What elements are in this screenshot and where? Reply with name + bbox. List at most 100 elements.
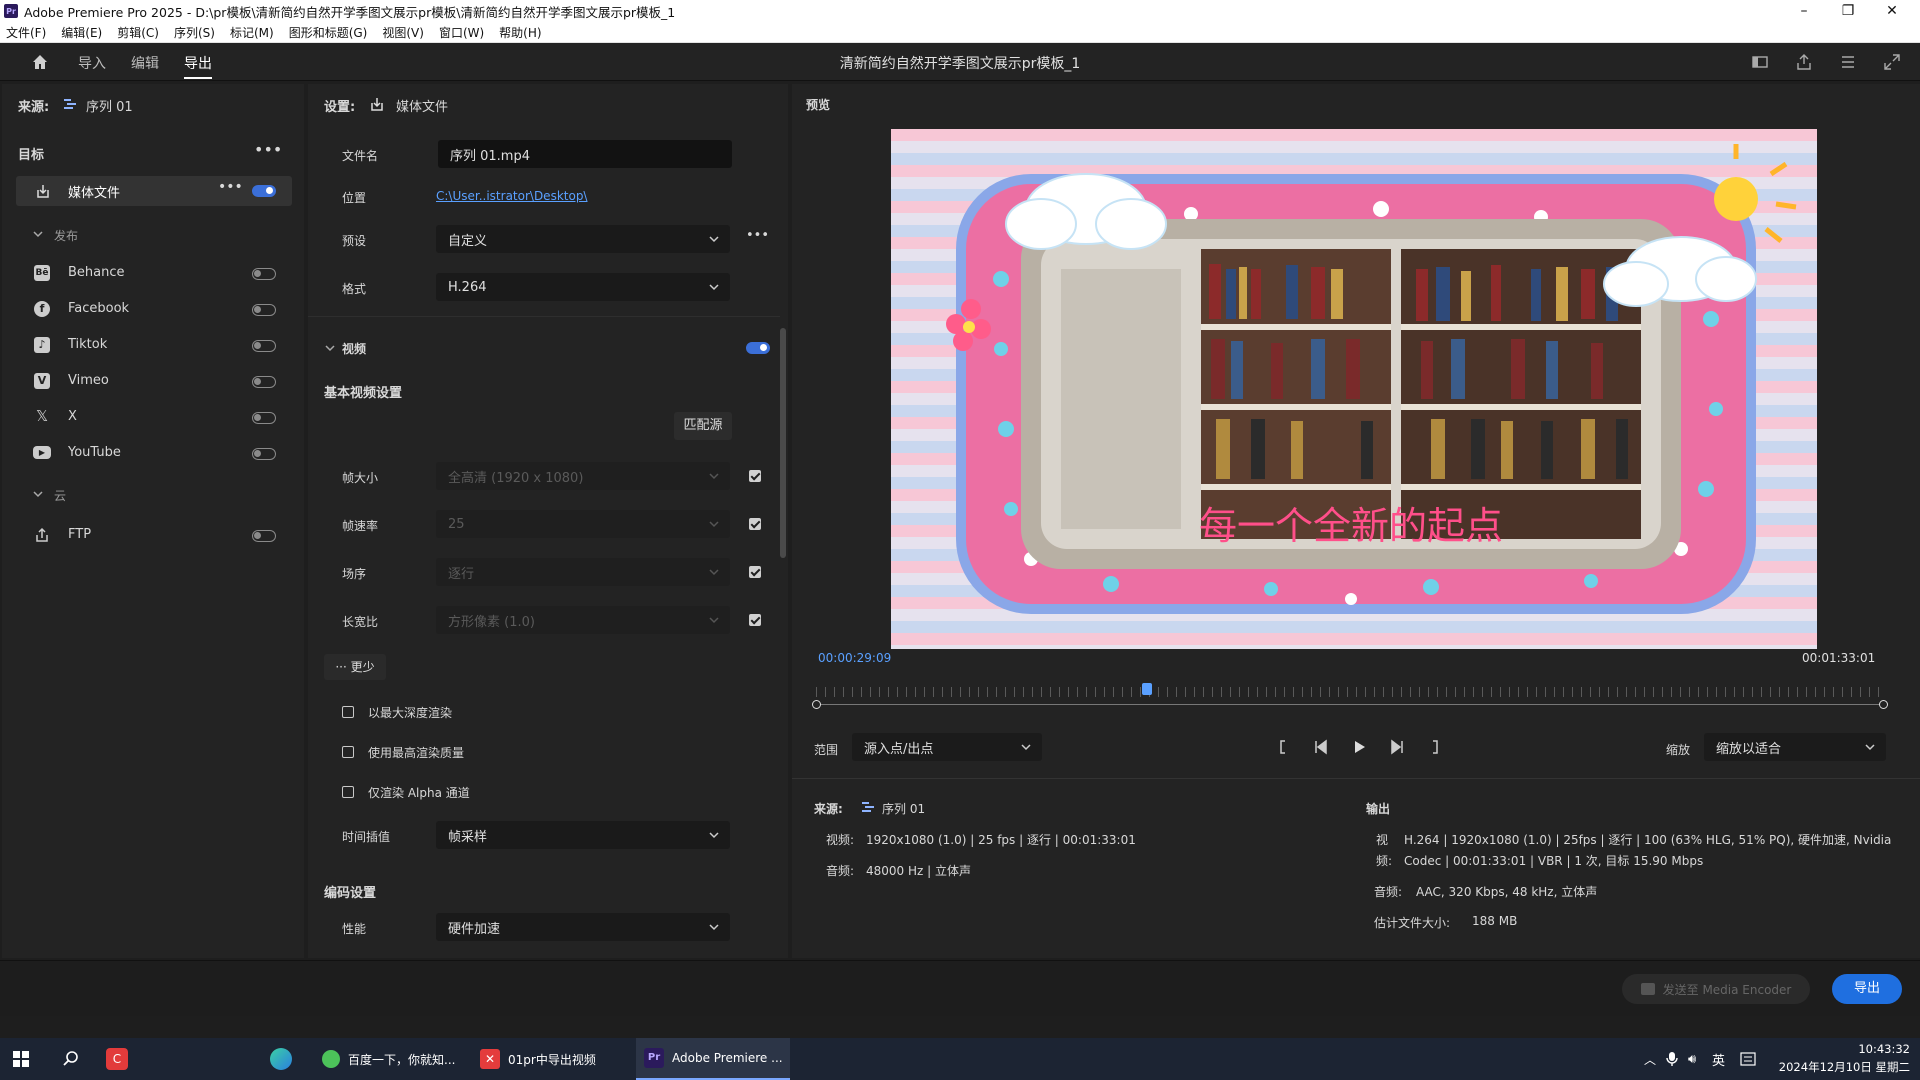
- filename-input[interactable]: 序列 01.mp4: [438, 140, 732, 168]
- preset-more-icon[interactable]: •••: [746, 228, 769, 243]
- max-quality-checkbox[interactable]: [342, 746, 354, 758]
- in-point-handle[interactable]: [812, 700, 821, 709]
- media-encoder-icon: [1640, 983, 1655, 995]
- zoom-dropdown[interactable]: 缩放以适合: [1704, 733, 1886, 761]
- max-depth-checkbox[interactable]: [342, 706, 354, 718]
- menu-graphics[interactable]: 图形和标题(G): [289, 24, 368, 41]
- play-icon[interactable]: [1350, 738, 1368, 756]
- cloud-item-ftp[interactable]: FTP: [2, 522, 302, 550]
- playhead[interactable]: [1142, 683, 1153, 695]
- range-dropdown[interactable]: 源入点/出点: [852, 733, 1042, 761]
- export-button[interactable]: 导出: [1832, 974, 1902, 1004]
- menu-window[interactable]: 窗口(W): [439, 24, 484, 41]
- tiktok-toggle[interactable]: [252, 340, 276, 352]
- taskbar-app-red[interactable]: C: [106, 1038, 136, 1080]
- media-file-label: 媒体文件: [68, 186, 121, 201]
- publish-item-facebook[interactable]: f Facebook: [2, 296, 302, 324]
- ime-indicator[interactable]: 英: [1712, 1038, 1730, 1080]
- close-button[interactable]: ✕: [1870, 0, 1914, 22]
- publish-item-x[interactable]: 𝕏 X: [2, 404, 302, 432]
- keyboard-layout-icon[interactable]: [1740, 1038, 1758, 1080]
- step-back-icon[interactable]: [1312, 738, 1330, 756]
- time-interpolation-dropdown[interactable]: 帧采样: [436, 821, 730, 849]
- publish-item-tiktok[interactable]: ♪ Tiktok: [2, 332, 302, 360]
- wps-icon: ✕: [480, 1049, 500, 1069]
- timeline-scrubber[interactable]: [816, 681, 1884, 699]
- menu-markers[interactable]: 标记(M): [230, 24, 274, 41]
- frame-rate-dropdown[interactable]: 25: [436, 510, 730, 538]
- tray-chevron-up-icon[interactable]: ︿: [1644, 1038, 1660, 1080]
- fullscreen-icon[interactable]: [1882, 52, 1902, 72]
- frame-rate-match-checkbox[interactable]: [749, 518, 761, 530]
- cloud-item-label: FTP: [68, 527, 92, 542]
- preset-dropdown[interactable]: 自定义: [436, 225, 730, 253]
- mark-out-icon[interactable]: [1426, 738, 1444, 756]
- source-label: 来源:: [18, 100, 50, 115]
- menu-sequence[interactable]: 序列(S): [174, 24, 215, 41]
- vimeo-toggle[interactable]: [252, 376, 276, 388]
- alpha-only-checkbox[interactable]: [342, 786, 354, 798]
- summary-video-label: 视频:: [826, 833, 855, 847]
- taskbar-item-browser[interactable]: 百度一下，你就知...: [318, 1038, 468, 1080]
- panel-layout-icon[interactable]: [1750, 52, 1770, 72]
- menu-file[interactable]: 文件(F): [6, 24, 46, 41]
- output-audio-label: 音频:: [1374, 885, 1403, 899]
- share-icon[interactable]: [1794, 52, 1814, 72]
- taskbar-clock[interactable]: 10:43:32 2024年12月10日 星期二: [1770, 1042, 1910, 1076]
- settings-scrollbar[interactable]: [780, 328, 786, 558]
- video-toggle[interactable]: [746, 342, 770, 354]
- x-toggle[interactable]: [252, 412, 276, 424]
- field-order-dropdown[interactable]: 逐行: [436, 558, 730, 586]
- media-file-target-row[interactable]: 媒体文件 •••: [16, 176, 292, 206]
- minimize-button[interactable]: –: [1782, 0, 1826, 22]
- frame-size-dropdown[interactable]: 全高清 (1920 x 1080): [436, 462, 730, 490]
- out-point-handle[interactable]: [1879, 700, 1888, 709]
- taskbar-item-premiere[interactable]: Pr Adobe Premiere ...: [636, 1038, 790, 1080]
- menu-lines-icon[interactable]: [1838, 52, 1858, 72]
- restore-button[interactable]: ❐: [1826, 0, 1870, 22]
- facebook-toggle[interactable]: [252, 304, 276, 316]
- max-quality-label: 使用最高渲染质量: [368, 746, 465, 760]
- microphone-icon[interactable]: [1666, 1038, 1682, 1080]
- show-less-button[interactable]: ··· 更少: [324, 654, 386, 680]
- performance-dropdown[interactable]: 硬件加速: [436, 913, 730, 941]
- publish-item-vimeo[interactable]: V Vimeo: [2, 368, 302, 396]
- target-more-icon[interactable]: •••: [254, 140, 282, 159]
- frame-size-match-checkbox[interactable]: [749, 470, 761, 482]
- format-value: H.264: [448, 279, 487, 295]
- menu-view[interactable]: 视图(V): [382, 24, 424, 41]
- ftp-toggle[interactable]: [252, 530, 276, 542]
- chevron-down-icon[interactable]: [324, 342, 336, 354]
- menu-edit[interactable]: 编辑(E): [61, 24, 102, 41]
- publish-item-youtube[interactable]: ▶ YouTube: [2, 440, 302, 468]
- location-link[interactable]: C:\User..istrator\Desktop\: [436, 189, 587, 203]
- file-size-value: 188 MB: [1472, 914, 1518, 928]
- chevron-down-icon: [709, 473, 719, 480]
- cloud-group-label: 云: [54, 489, 67, 503]
- publish-item-behance[interactable]: Bē Behance: [2, 260, 302, 288]
- chevron-down-icon[interactable]: [32, 488, 44, 500]
- behance-toggle[interactable]: [252, 268, 276, 280]
- export-footer: 发送至 Media Encoder 导出: [0, 960, 1920, 1016]
- volume-icon[interactable]: 🔊︎: [1688, 1038, 1706, 1080]
- mark-in-icon[interactable]: [1274, 738, 1292, 756]
- field-order-match-checkbox[interactable]: [749, 566, 761, 578]
- step-forward-icon[interactable]: [1388, 738, 1406, 756]
- chevron-down-icon[interactable]: [32, 228, 44, 240]
- aspect-match-checkbox[interactable]: [749, 614, 761, 626]
- menu-clip[interactable]: 剪辑(C): [117, 24, 159, 41]
- aspect-dropdown[interactable]: 方形像素 (1.0): [436, 606, 730, 634]
- media-file-toggle[interactable]: [252, 185, 276, 197]
- start-button[interactable]: [12, 1038, 40, 1080]
- youtube-toggle[interactable]: [252, 448, 276, 460]
- taskbar-edge[interactable]: [270, 1038, 298, 1080]
- media-file-more-icon[interactable]: •••: [218, 179, 243, 195]
- send-to-media-encoder-button[interactable]: 发送至 Media Encoder: [1622, 974, 1810, 1004]
- search-button[interactable]: [62, 1038, 86, 1080]
- current-timecode[interactable]: 00:00:29:09: [818, 651, 891, 665]
- format-dropdown[interactable]: H.264: [436, 273, 730, 301]
- vimeo-icon: V: [34, 373, 50, 389]
- taskbar-item-wps[interactable]: ✕ 01pr中导出视频: [476, 1038, 626, 1080]
- menu-help[interactable]: 帮助(H): [499, 24, 541, 41]
- match-source-button[interactable]: 匹配源: [674, 412, 732, 440]
